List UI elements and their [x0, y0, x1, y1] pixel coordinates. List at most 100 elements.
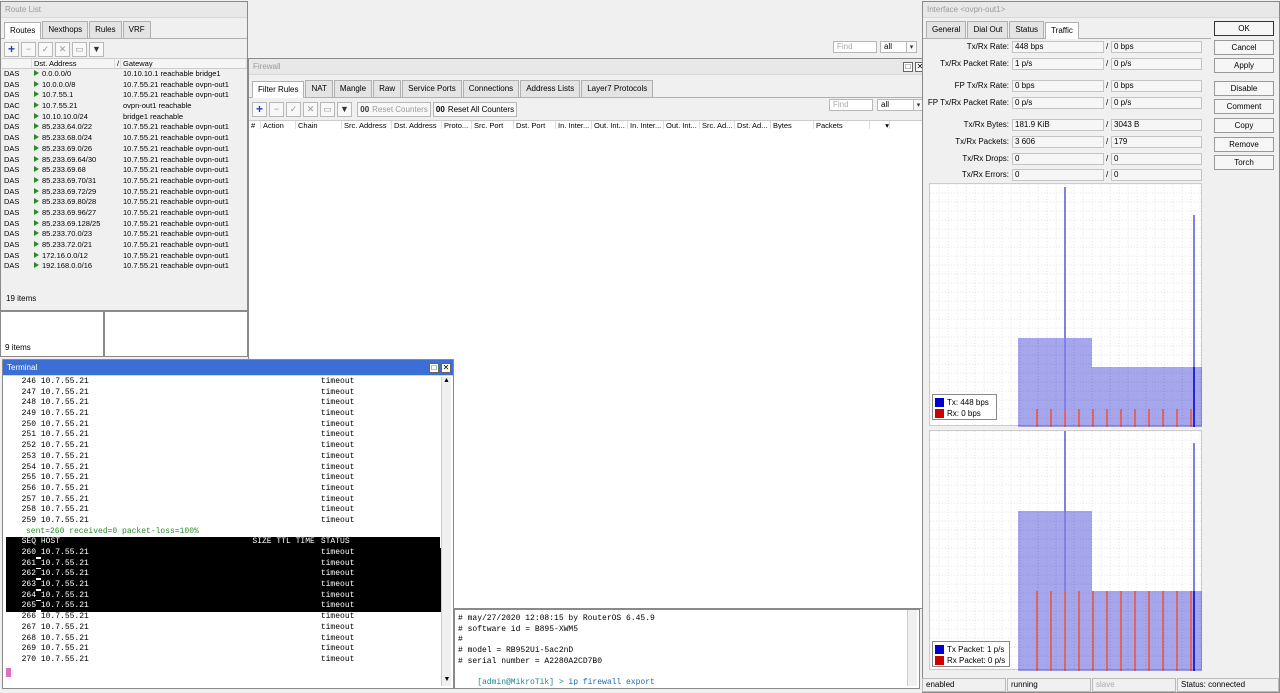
reset-counters-button[interactable]: 00 Reset Counters — [357, 101, 431, 117]
tab-dial-out[interactable]: Dial Out — [967, 21, 1009, 38]
close-icon[interactable]: ✕ — [441, 363, 451, 373]
ping-summary: sent=260 received=0 packet-loss=100% — [26, 526, 199, 536]
status-enabled: enabled — [922, 678, 1006, 692]
torch-button[interactable]: Torch — [1214, 155, 1274, 170]
field-sep: / — [1106, 120, 1109, 129]
field-label: Tx/Rx Packets: — [955, 137, 1009, 146]
tab-layer7[interactable]: Layer7 Protocols — [581, 80, 654, 97]
terminal-scrollbar[interactable]: ▲ ▼ — [441, 377, 451, 686]
col-flags[interactable] — [2, 59, 32, 68]
dropdown-icon[interactable]: ▾ — [906, 41, 917, 53]
table-row[interactable]: DAS 85.233.72.0/21 10.7.55.21 reachable … — [2, 240, 247, 251]
copy-button[interactable]: Copy — [1214, 118, 1274, 133]
table-row[interactable]: DAS 85.233.69.68 10.7.55.21 reachable ov… — [2, 165, 247, 176]
route-filter-select[interactable]: all — [880, 41, 908, 53]
terminal2-scrollbar[interactable] — [907, 610, 917, 686]
table-row[interactable]: DAC 10.10.10.0/24 bridge1 reachable — [2, 112, 247, 123]
table-row[interactable]: DAS 85.233.69.72/29 10.7.55.21 reachable… — [2, 187, 247, 198]
table-row[interactable]: DAS 85.233.69.80/28 10.7.55.21 reachable… — [2, 197, 247, 208]
tab-rules[interactable]: Rules — [89, 21, 122, 38]
enable-icon[interactable]: ✓ — [286, 101, 301, 117]
comment-icon[interactable]: ▭ — [320, 101, 335, 117]
terminal2-prompt-line[interactable]: [admin@MikroTik] > ip firewall export — [458, 667, 655, 687]
table-row[interactable]: DAS 10.0.0.0/8 10.7.55.21 reachable ovpn… — [2, 80, 247, 91]
terminal-line: 260 10.7.55.21 timeout — [6, 548, 441, 559]
disable-icon[interactable]: ✕ — [303, 101, 318, 117]
tab-nat[interactable]: NAT — [305, 80, 333, 97]
route-flags: DAS — [4, 165, 20, 175]
firewall-find-input[interactable]: Find — [829, 99, 873, 111]
route-find-input[interactable]: Find — [833, 41, 877, 53]
col-gateway[interactable]: Gateway — [121, 59, 247, 68]
cancel-button[interactable]: Cancel — [1214, 40, 1274, 55]
tab-vrf[interactable]: VRF — [122, 21, 151, 38]
tab-connections[interactable]: Connections — [462, 80, 520, 97]
table-row[interactable]: DAS 85.233.69.0/26 10.7.55.21 reachable … — [2, 144, 247, 155]
small-list-count: 9 items — [5, 343, 31, 352]
host: 10.7.55.21 — [40, 654, 89, 664]
scroll-up-icon[interactable]: ▲ — [442, 377, 451, 387]
status: timeout — [320, 548, 441, 559]
firewall-filter-select[interactable]: all — [877, 99, 915, 111]
tab-traffic[interactable]: Traffic — [1045, 22, 1079, 39]
firewall-title[interactable]: Firewall □ ✕ — [249, 59, 927, 75]
terminal-output[interactable]: 246 10.7.55.21 timeout 247 10.7.55.21 tim… — [6, 377, 441, 677]
maximize-icon[interactable]: □ — [903, 62, 913, 72]
status: timeout — [320, 601, 441, 613]
ok-button[interactable]: OK — [1214, 21, 1274, 36]
command: ip firewall export — [568, 677, 655, 687]
terminal2-output[interactable]: # may/27/2020 12:08:15 by RouterOS 6.45.… — [458, 614, 655, 667]
terminal-title[interactable]: Terminal □ ✕ — [3, 360, 453, 376]
status-running: running — [1007, 678, 1091, 692]
tab-filter-rules[interactable]: Filter Rules — [252, 81, 305, 98]
reset-all-counters-button[interactable]: 00 Reset All Counters — [433, 101, 517, 117]
tab-raw[interactable]: Raw — [373, 80, 402, 97]
table-row[interactable]: DAS 10.7.55.1 10.7.55.21 reachable ovpn-… — [2, 90, 247, 101]
apply-button[interactable]: Apply — [1214, 58, 1274, 73]
table-row[interactable]: DAC 10.7.55.21 ovpn-out1 reachable — [2, 101, 247, 112]
table-row[interactable]: DAS 85.233.69.128/25 10.7.55.21 reachabl… — [2, 219, 247, 230]
remove-icon[interactable]: − — [21, 41, 36, 57]
add-icon[interactable]: + — [252, 101, 267, 117]
cols-header: SIZE TTL TIME — [252, 537, 315, 547]
filter-icon[interactable]: ▼ — [337, 101, 352, 117]
table-row[interactable]: DAS 85.233.69.70/31 10.7.55.21 reachable… — [2, 176, 247, 187]
tab-address-lists[interactable]: Address Lists — [520, 80, 581, 97]
tab-status[interactable]: Status — [1009, 21, 1045, 38]
enable-icon[interactable]: ✓ — [38, 41, 53, 57]
tab-routes[interactable]: Routes — [4, 22, 42, 39]
disable-icon[interactable]: ✕ — [55, 41, 70, 57]
add-icon[interactable]: + — [4, 41, 19, 57]
tab-service-ports[interactable]: Service Ports — [402, 80, 462, 97]
table-row[interactable]: DAS 192.168.0.0/16 10.7.55.21 reachable … — [2, 261, 247, 272]
interface-title[interactable]: Interface <ovpn-out1> □ — [923, 2, 1279, 18]
route-dst-value: 10.7.55.1 — [42, 90, 74, 100]
disable-button[interactable]: Disable — [1214, 81, 1274, 96]
table-row[interactable]: DAS 85.233.64.0/22 10.7.55.21 reachable … — [2, 122, 247, 133]
table-row[interactable]: DAS 85.233.69.64/30 10.7.55.21 reachable… — [2, 155, 247, 166]
tab-mangle[interactable]: Mangle — [333, 80, 373, 97]
remove-icon[interactable]: − — [269, 101, 284, 117]
terminal-line: 261 10.7.55.21 timeout — [6, 558, 441, 570]
tab-nexthops[interactable]: Nexthops — [42, 21, 89, 38]
terminal-line: 265 10.7.55.21 timeout — [6, 601, 441, 613]
table-row[interactable]: DAS 0.0.0.0/0 10.10.10.1 reachable bridg… — [2, 69, 247, 80]
terminal-line: 249 10.7.55.21 timeout — [6, 409, 440, 420]
table-row[interactable]: DAS 172.16.0.0/12 10.7.55.21 reachable o… — [2, 251, 247, 262]
status: timeout — [320, 590, 441, 602]
comment-button[interactable]: Comment — [1214, 99, 1274, 114]
cursor — [6, 667, 11, 677]
status: timeout — [320, 569, 441, 581]
maximize-icon[interactable]: □ — [429, 363, 439, 373]
table-row[interactable]: DAS 85.233.70.0/23 10.7.55.21 reachable … — [2, 229, 247, 240]
table-row[interactable]: DAS 85.233.69.96/27 10.7.55.21 reachable… — [2, 208, 247, 219]
route-list-title[interactable]: Route List — [1, 2, 247, 18]
tab-general[interactable]: General — [926, 21, 967, 38]
col-dst-address[interactable]: Dst. Address — [32, 59, 115, 68]
scroll-down-icon[interactable]: ▼ — [442, 676, 452, 686]
status: timeout — [320, 430, 355, 440]
filter-icon[interactable]: ▼ — [89, 41, 104, 57]
comment-icon[interactable]: ▭ — [72, 41, 87, 57]
table-row[interactable]: DAS 85.233.68.0/24 10.7.55.21 reachable … — [2, 133, 247, 144]
remove-button[interactable]: Remove — [1214, 137, 1274, 152]
